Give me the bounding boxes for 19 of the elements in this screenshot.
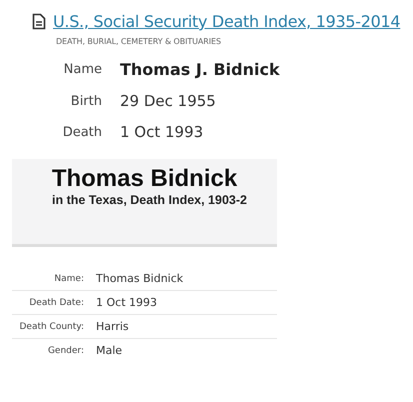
- field-label: Death: [62, 124, 102, 140]
- field-value: 1 Oct 1993: [120, 123, 204, 141]
- field-label: Name: [62, 62, 102, 77]
- category-label: DEATH, BURIAL, CEMETERY & OBITUARIES: [56, 37, 222, 46]
- field-label: Name:: [53, 274, 84, 284]
- field-value: 29 Dec 1955: [120, 92, 217, 110]
- field-value: Male: [96, 344, 124, 357]
- field-label: Gender:: [46, 346, 84, 356]
- field-label: Birth: [70, 94, 102, 108]
- field-value: 1 Oct 1993: [96, 296, 158, 309]
- person-name: Thomas Bidnick: [50, 165, 238, 193]
- field-value: Thomas J. Bidnick: [120, 60, 281, 79]
- index-subtitle: in the Texas, Death Index, 1903-2: [51, 193, 248, 207]
- field-value: Harris: [96, 320, 130, 333]
- field-label: Death Date:: [28, 298, 84, 308]
- field-value: Thomas Bidnick: [96, 272, 184, 285]
- field-label: Death County:: [18, 322, 84, 332]
- document-icon: [32, 13, 46, 30]
- record-link[interactable]: U.S., Social Security Death Index, 1935-2014: [53, 12, 400, 31]
